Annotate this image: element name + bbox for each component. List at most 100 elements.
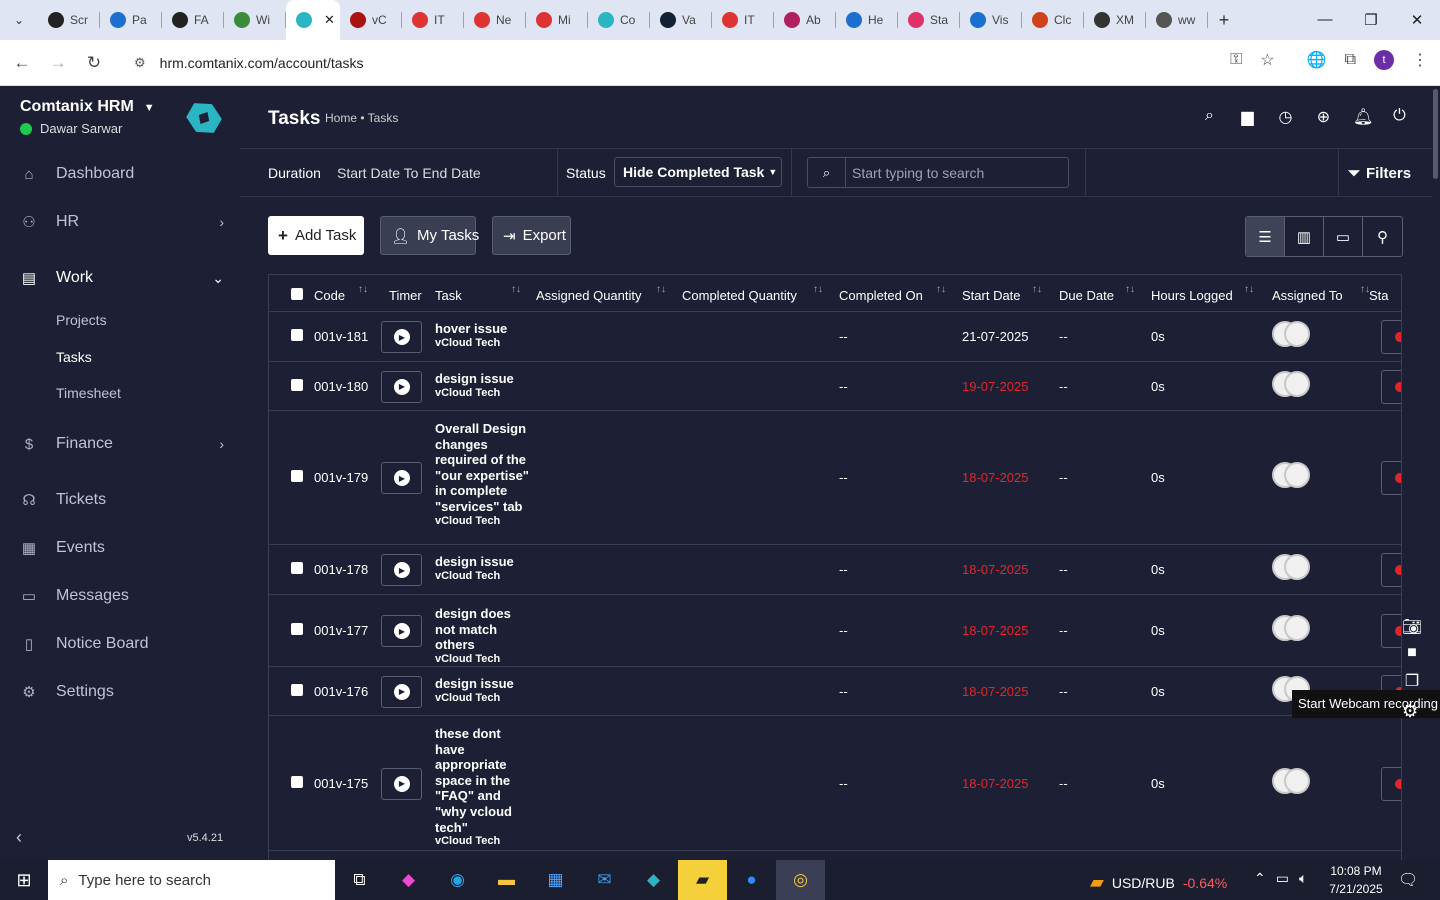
reload-icon[interactable]: ↻	[76, 53, 112, 73]
table-row[interactable]: 001v-181 ▶ hover issue vCloud Tech -- 21-…	[269, 312, 1401, 362]
bookmark-star-icon[interactable]: ☆	[1260, 50, 1274, 70]
tab-search-icon[interactable]: ⌄	[0, 0, 38, 40]
minimize-icon[interactable]: —	[1302, 11, 1348, 29]
browser-tab[interactable]: IT	[712, 0, 774, 40]
browser-tab[interactable]: Mi	[526, 0, 588, 40]
start-timer-button[interactable]: ▶	[381, 462, 422, 494]
browser-tab[interactable]: Co	[588, 0, 650, 40]
chevron-up-icon[interactable]: ⌃	[1254, 870, 1266, 887]
breadcrumb[interactable]: Home • Tasks	[325, 111, 398, 125]
task-cell[interactable]: design issue vCloud Tech	[435, 371, 531, 400]
new-tab-button[interactable]: +	[1208, 10, 1240, 31]
video-icon[interactable]: ■	[1400, 644, 1424, 671]
column-header-assigned-quantity[interactable]: Assigned Quantity ↑↓	[536, 284, 666, 303]
row-checkbox[interactable]	[291, 683, 303, 696]
column-header-hours-logged[interactable]: Hours Logged ↑↓	[1151, 284, 1254, 303]
sidebar-item-tickets[interactable]: ☊ Tickets	[0, 480, 240, 520]
column-header-code[interactable]: Code ↑↓	[314, 284, 368, 303]
row-checkbox[interactable]	[291, 329, 303, 341]
add-task-button[interactable]: + Add Task	[268, 216, 364, 255]
assignee-avatars[interactable]	[1272, 554, 1312, 580]
chrome-icon[interactable]: ◎	[776, 860, 825, 900]
notifications-icon[interactable]: 🗨︎	[1398, 870, 1418, 890]
list-view-icon[interactable]: ☰	[1246, 217, 1285, 256]
column-header-start-date[interactable]: Start Date ↑↓	[962, 284, 1042, 303]
task-title[interactable]: design does not match others	[435, 606, 531, 653]
task-cell[interactable]: design issue vCloud Tech	[435, 676, 531, 705]
task-title[interactable]: design issue	[435, 676, 531, 692]
browser-tab[interactable]: He	[836, 0, 898, 40]
clock-icon[interactable]: ◷	[1277, 107, 1294, 127]
sidebar-item-finance[interactable]: $ Finance ›	[0, 424, 240, 464]
search-box[interactable]: ⌕	[807, 157, 1069, 188]
zoom-icon[interactable]: ●	[727, 860, 776, 900]
taskbar-search[interactable]: ⌕ Type here to search	[48, 860, 335, 900]
sidebar-subitem-projects[interactable]: Projects	[56, 312, 107, 328]
comtanix-app-icon[interactable]: ◆	[629, 860, 678, 900]
column-header-completed-quantity[interactable]: Completed Quantity ↑↓	[682, 284, 823, 303]
task-title[interactable]: hover issue	[435, 321, 531, 337]
sidebar-item-notice-board[interactable]: ▯ Notice Board	[0, 624, 240, 664]
table-row[interactable]: 001v-180 ▶ design issue vCloud Tech -- 19…	[269, 362, 1401, 411]
mail-icon[interactable]: ✉	[580, 860, 629, 900]
row-checkbox[interactable]	[291, 562, 303, 574]
status-dropdown[interactable]	[1381, 553, 1401, 587]
status-dropdown[interactable]	[1381, 766, 1401, 801]
close-window-icon[interactable]: ✕	[1394, 11, 1440, 29]
start-timer-button[interactable]: ▶	[381, 554, 422, 586]
task-code[interactable]: 001v-181	[314, 329, 368, 344]
select-all-checkbox[interactable]	[291, 288, 303, 300]
assignee-avatars[interactable]	[1272, 370, 1312, 397]
profile-avatar[interactable]: t	[1374, 50, 1394, 70]
browser-tab[interactable]: Va	[650, 0, 712, 40]
copilot-icon[interactable]: ◆	[384, 860, 433, 900]
gear-icon[interactable]: ⚙	[1402, 701, 1418, 722]
camera-icon[interactable]: 📷︎	[1400, 617, 1424, 644]
table-row[interactable]: 001v-175 ▶ these dont have appropriate s…	[269, 716, 1401, 851]
task-code[interactable]: 001v-176	[314, 684, 368, 699]
column-header-due-date[interactable]: Due Date ↑↓	[1059, 284, 1135, 303]
pin-icon[interactable]: ⚲	[1363, 217, 1402, 256]
url-field[interactable]: ⚙ hrm.comtanix.com/account/tasks	[124, 47, 1268, 79]
board-view-icon[interactable]: ▥	[1285, 217, 1324, 256]
close-tab-icon[interactable]: ✕	[324, 12, 335, 28]
task-cell[interactable]: Overall Design changes required of the "…	[435, 421, 531, 528]
table-row[interactable]: 001v-178 ▶ design issue vCloud Tech -- 18…	[269, 545, 1401, 595]
task-cell[interactable]: hover issue vCloud Tech	[435, 321, 531, 350]
maximize-icon[interactable]: ❐	[1348, 11, 1394, 29]
table-row[interactable]: 001v-177 ▶ design does not match others v…	[269, 595, 1401, 667]
windows-start-icon[interactable]: ⊞	[0, 870, 48, 891]
sticky-notes-icon[interactable]: ▰	[678, 860, 727, 900]
browser-tab[interactable]: IT	[402, 0, 464, 40]
task-cell[interactable]: design issue vCloud Tech	[435, 554, 531, 583]
sidebar-item-settings[interactable]: ⚙ Settings	[0, 672, 240, 712]
bell-icon[interactable]: 🔔︎	[1353, 107, 1373, 127]
export-button[interactable]: ⇥ Export	[492, 216, 571, 255]
task-title[interactable]: Overall Design changes required of the "…	[435, 421, 531, 515]
assignee-avatars[interactable]	[1272, 767, 1312, 794]
sidebar-subitem-timesheet[interactable]: Timesheet	[56, 385, 121, 401]
stock-ticker[interactable]: ▰ USD/RUB -0.64%	[1090, 872, 1227, 893]
row-checkbox[interactable]	[291, 623, 303, 635]
my-tasks-button[interactable]: 👤︎ My Tasks	[380, 216, 479, 255]
chrome-menu-icon[interactable]: ⋮	[1412, 50, 1428, 70]
row-checkbox[interactable]	[291, 775, 303, 788]
sidebar-item-events[interactable]: ▦ Events	[0, 528, 240, 568]
column-header-assigned-to[interactable]: Assigned To ↑↓	[1272, 284, 1370, 303]
start-timer-button[interactable]: ▶	[381, 615, 422, 647]
browser-tab[interactable]: Clc	[1022, 0, 1084, 40]
column-header-completed-on[interactable]: Completed On ↑↓	[839, 284, 946, 303]
collapse-sidebar-icon[interactable]: ‹	[16, 827, 22, 848]
back-icon[interactable]: ←	[4, 53, 40, 73]
task-title[interactable]: design issue	[435, 554, 531, 570]
browser-tab[interactable]: Scr	[38, 0, 100, 40]
status-dropdown[interactable]	[1381, 369, 1401, 404]
browser-tab[interactable]: Vis	[960, 0, 1022, 40]
sticky-note-icon[interactable]: ▆	[1239, 107, 1256, 127]
store-icon[interactable]: ▦	[531, 860, 580, 900]
browser-tab[interactable]: Sta	[898, 0, 960, 40]
filters-button[interactable]: ⏷ Filters	[1338, 165, 1411, 182]
sidebar-item-hr[interactable]: ⚇ HR ›	[0, 202, 240, 242]
status-dropdown[interactable]	[1381, 320, 1401, 354]
browser-tab[interactable]: Ne	[464, 0, 526, 40]
